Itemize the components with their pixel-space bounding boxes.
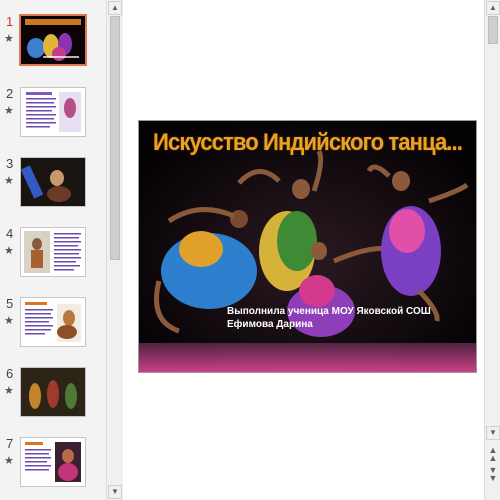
animation-star-icon: ★: [4, 33, 14, 45]
slide-thumbnail-image: [20, 367, 86, 417]
slide-thumbnail-7[interactable]: 7 ★: [0, 436, 106, 498]
slide-thumbnail-image: [20, 157, 86, 207]
slide-thumbnail-2[interactable]: 2 ★: [0, 86, 106, 148]
text-and-photo-thumbnail: [21, 88, 85, 136]
slide-number: 5: [6, 296, 14, 311]
dancers-photo-thumbnail: [21, 368, 85, 416]
slide-thumbnails-panel: 1 ★ 2 ★ 3 ★ 4 ★ 5 ★ 6 ★ 7 ★: [0, 0, 106, 500]
slide-number: 2: [6, 86, 14, 101]
text-and-photo-thumbnail: [21, 438, 85, 486]
dance-performance-photo: [139, 121, 476, 372]
slide-thumbnail-image: [20, 437, 86, 487]
text-and-photo-thumbnail: [21, 298, 85, 346]
editor-scrollbar-thumb[interactable]: [488, 16, 498, 44]
author-caption-line-1[interactable]: Выполнила ученица МОУ Яковской СОШ: [227, 306, 431, 317]
slide-thumbnail-3[interactable]: 3 ★: [0, 156, 106, 218]
previous-slide-icon[interactable]: ▲ ▲: [486, 446, 500, 463]
slide-thumbnail-image: [20, 297, 86, 347]
animation-star-icon: ★: [4, 175, 14, 187]
animation-star-icon: ★: [4, 245, 14, 257]
photo-and-text-thumbnail: [21, 228, 85, 276]
slide-title[interactable]: Искусство Индийского танца...: [152, 129, 463, 157]
scroll-up-icon[interactable]: ▲: [108, 1, 122, 15]
author-caption-line-2[interactable]: Ефимова Дарина: [227, 319, 313, 330]
animation-star-icon: ★: [4, 385, 14, 397]
next-slide-icon[interactable]: ▼ ▼: [486, 466, 500, 483]
slide-thumbnail-1[interactable]: 1 ★: [0, 14, 106, 76]
dance-photo-thumbnail: [21, 16, 85, 64]
animation-star-icon: ★: [4, 455, 14, 467]
slide-thumbnail-image: [20, 227, 86, 277]
slide-number: 7: [6, 436, 14, 451]
animation-star-icon: ★: [4, 315, 14, 327]
editor-scrollbar[interactable]: ▲ ▼ ▲ ▲ ▼ ▼: [484, 0, 500, 500]
slide-thumbnail-image: [19, 14, 87, 66]
slide-thumbnail-4[interactable]: 4 ★: [0, 226, 106, 288]
scroll-up-icon[interactable]: ▲: [486, 1, 500, 15]
thumbnails-scrollbar-thumb[interactable]: [110, 16, 120, 260]
scroll-down-icon[interactable]: ▼: [486, 426, 500, 440]
animation-star-icon: ★: [4, 105, 14, 117]
main-slide[interactable]: Искусство Индийского танца... Выполнила …: [138, 120, 477, 373]
thumbnails-scrollbar[interactable]: ▲ ▼: [106, 0, 123, 500]
slide-number: 1: [6, 14, 14, 29]
slide-thumbnail-5[interactable]: 5 ★: [0, 296, 106, 358]
slide-number: 6: [6, 366, 14, 381]
dancer-photo-thumbnail: [21, 158, 85, 206]
scroll-down-icon[interactable]: ▼: [108, 485, 122, 499]
slide-number: 4: [6, 226, 14, 241]
slide-number: 3: [6, 156, 14, 171]
slide-thumbnail-image: [20, 87, 86, 137]
slide-thumbnail-6[interactable]: 6 ★: [0, 366, 106, 428]
